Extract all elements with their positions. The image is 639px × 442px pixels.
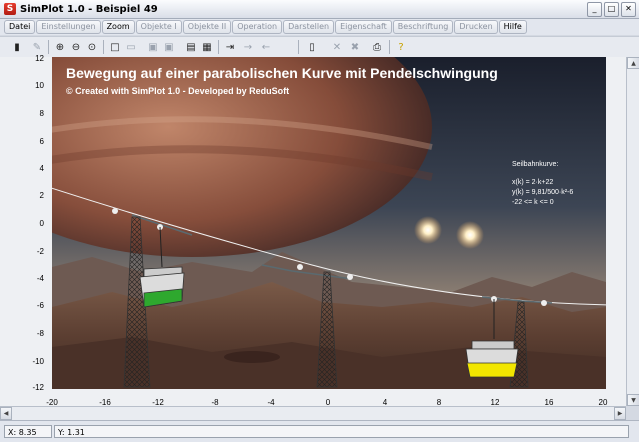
y-tick-label: -10 bbox=[32, 357, 44, 366]
calculator-icon[interactable]: ▮ bbox=[10, 40, 24, 54]
menu-operation[interactable]: Operation bbox=[232, 20, 283, 34]
simulation-scene: Bewegung auf einer parabolischen Kurve m… bbox=[52, 57, 606, 389]
y-tick-label: 0 bbox=[39, 219, 44, 228]
cross-alt-icon[interactable]: ✖ bbox=[348, 40, 362, 54]
arrow-right-icon[interactable]: → bbox=[241, 40, 255, 54]
close-button[interactable]: ✕ bbox=[621, 2, 636, 17]
menu-zoom[interactable]: Zoom bbox=[101, 20, 135, 34]
document-icon[interactable]: ▯ bbox=[305, 40, 319, 54]
screenshot-icon[interactable]: ▦ bbox=[200, 40, 214, 54]
status-bar: X: 8.35 Y: 1.31 bbox=[0, 420, 639, 442]
scene-title: Bewegung auf einer parabolischen Kurve m… bbox=[66, 65, 498, 81]
y-tick-label: -2 bbox=[36, 247, 44, 256]
y-tick-label: -6 bbox=[36, 301, 44, 310]
y-tick-label: 2 bbox=[39, 191, 44, 200]
toolbar-separator bbox=[298, 40, 299, 54]
toolbar: ▮ ✎ ⊕ ⊖ ⊙ □ ▭ ▣ ▣ ▤ ▦ ⇥ → ← ▯ ✕ ✖ ⎙ ? bbox=[0, 36, 639, 58]
scene-credit: © Created with SimPlot 1.0 - Developed b… bbox=[66, 86, 290, 96]
scroll-down-button[interactable]: ▼ bbox=[627, 394, 639, 406]
formula-line-y: y(k) = 9,81/500·k²-6 bbox=[512, 189, 574, 196]
menu-bar: Datei Einstellungen Zoom Objekte I Objek… bbox=[0, 19, 639, 35]
menu-drucken[interactable]: Drucken bbox=[454, 20, 498, 34]
horizontal-scrollbar[interactable]: ◀ ▶ bbox=[0, 406, 626, 420]
toolbar-separator bbox=[103, 40, 104, 54]
formula-title: Seilbahnkurve: bbox=[512, 161, 559, 168]
y-tick-label: 4 bbox=[39, 164, 44, 173]
maximize-button[interactable]: □ bbox=[604, 2, 619, 17]
y-tick-label: 8 bbox=[39, 109, 44, 118]
menu-eigenschaft[interactable]: Eigenschaft bbox=[335, 20, 392, 34]
window-controls: _ □ ✕ bbox=[587, 2, 636, 17]
y-tick-label: 6 bbox=[39, 137, 44, 146]
title-bar: S SimPlot 1.0 - Beispiel 49 _ □ ✕ bbox=[0, 0, 639, 19]
table-icon[interactable]: ▤ bbox=[184, 40, 198, 54]
arrow-left-icon[interactable]: ← bbox=[259, 40, 273, 54]
y-tick-label: -4 bbox=[36, 274, 44, 283]
minimize-button[interactable]: _ bbox=[587, 2, 602, 17]
formula-line-x: x(k) = 2·k+22 bbox=[512, 179, 554, 186]
gondola-right-fill bbox=[466, 362, 518, 378]
menu-beschriftung[interactable]: Beschriftung bbox=[392, 20, 454, 34]
cross-icon[interactable]: ✕ bbox=[330, 40, 344, 54]
zoom-reset-icon[interactable]: ⊙ bbox=[85, 40, 99, 54]
window-title: SimPlot 1.0 - Beispiel 49 bbox=[20, 3, 158, 15]
toolbar-separator bbox=[218, 40, 219, 54]
print-icon[interactable]: ⎙ bbox=[370, 40, 384, 54]
insert-icon[interactable]: ⇥ bbox=[223, 40, 237, 54]
y-tick-label: -12 bbox=[32, 383, 44, 392]
rectangle-icon[interactable]: □ bbox=[108, 40, 122, 54]
y-tick-label: 10 bbox=[35, 81, 44, 90]
status-x-coordinate: X: 8.35 bbox=[4, 425, 52, 438]
y-tick-label: -8 bbox=[36, 329, 44, 338]
menu-darstellen[interactable]: Darstellen bbox=[283, 20, 335, 34]
status-y-coordinate: Y: 1.31 bbox=[54, 425, 629, 438]
help-icon[interactable]: ? bbox=[394, 40, 408, 54]
scroll-right-button[interactable]: ▶ bbox=[614, 407, 626, 420]
draw-icon[interactable]: ✎ bbox=[30, 40, 44, 54]
copy-image-icon[interactable]: ▣ bbox=[146, 40, 160, 54]
toolbar-separator bbox=[48, 40, 49, 54]
formula-line-range: -22 <= k <= 0 bbox=[512, 199, 554, 206]
ruler-icon[interactable]: ▭ bbox=[124, 40, 138, 54]
menu-einstellungen[interactable]: Einstellungen bbox=[36, 20, 101, 34]
zoom-out-icon[interactable]: ⊖ bbox=[69, 40, 83, 54]
paste-image-icon[interactable]: ▣ bbox=[162, 40, 176, 54]
scene-artwork bbox=[52, 57, 606, 389]
toolbar-separator bbox=[389, 40, 390, 54]
zoom-in-icon[interactable]: ⊕ bbox=[53, 40, 67, 54]
menu-hilfe[interactable]: Hilfe bbox=[498, 20, 527, 34]
menu-objekte-2[interactable]: Objekte II bbox=[182, 20, 232, 34]
plot-area[interactable]: 12 10 8 6 4 2 0 -2 -4 -6 -8 -10 -12 Bewe… bbox=[0, 54, 626, 407]
scroll-left-button[interactable]: ◀ bbox=[0, 407, 12, 420]
vertical-scrollbar[interactable]: ▲ ▼ bbox=[626, 57, 639, 406]
menu-objekte-1[interactable]: Objekte I bbox=[135, 20, 182, 34]
scroll-up-button[interactable]: ▲ bbox=[627, 57, 639, 69]
y-tick-label: 12 bbox=[35, 54, 44, 63]
menu-datei[interactable]: Datei bbox=[4, 20, 36, 34]
app-icon[interactable]: S bbox=[4, 3, 16, 15]
